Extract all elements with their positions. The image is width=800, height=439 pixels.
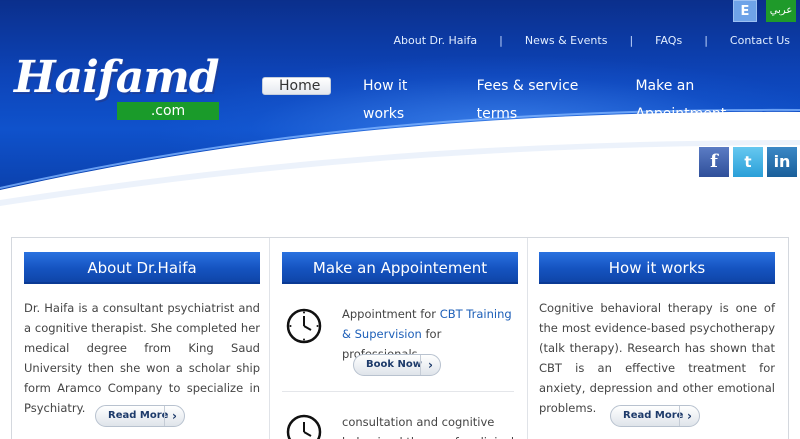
button-label: Book Now xyxy=(366,359,422,370)
chevron-right-icon: › xyxy=(679,406,699,426)
connect-label: Connect with us: xyxy=(593,156,707,170)
chevron-right-icon: › xyxy=(420,355,440,375)
appointment-cbt-prefix: Appointment for xyxy=(342,307,437,321)
top-link-faqs[interactable]: FAQs xyxy=(655,34,682,47)
twitter-icon[interactable]: t xyxy=(733,147,763,177)
nav-fees[interactable]: Fees & service terms xyxy=(477,72,594,122)
button-label: Read More xyxy=(108,410,169,421)
logo-name: Haifamd xyxy=(14,52,220,103)
separator: | xyxy=(629,34,634,47)
logo-domain: .com xyxy=(117,102,219,120)
top-link-contact[interactable]: Contact Us xyxy=(730,34,790,47)
divider xyxy=(282,391,514,392)
about-text: Dr. Haifa is a consultant psychiatrist a… xyxy=(24,301,260,415)
how-title: How it works xyxy=(539,252,775,284)
language-arabic-button[interactable]: عربي xyxy=(766,0,796,22)
about-title: About Dr.Haifa xyxy=(24,252,260,284)
language-english-button[interactable]: E xyxy=(733,0,757,22)
appointment-consultation-text: consultation and cognitive behavioral th… xyxy=(342,415,514,439)
how-read-more-button[interactable]: Read More › xyxy=(610,405,700,427)
header: E عربي About Dr. Haifa | News & Events |… xyxy=(0,0,800,215)
top-link-news[interactable]: News & Events xyxy=(525,34,608,47)
appointment-title: Make an Appointement xyxy=(282,252,518,284)
book-now-button[interactable]: Book Now › xyxy=(353,354,441,376)
top-links: About Dr. Haifa | News & Events | FAQs |… xyxy=(393,34,790,47)
clock-icon xyxy=(286,414,322,439)
clock-icon xyxy=(286,308,322,344)
button-label: Read More xyxy=(623,410,684,421)
appointment-item-cbt: Appointment for CBT Training & Supervisi… xyxy=(282,302,518,362)
nav-appointment[interactable]: Make an Appointment xyxy=(635,72,758,122)
linkedin-icon[interactable]: in xyxy=(767,147,797,177)
appointment-item-consultation: consultation and cognitive behavioral th… xyxy=(282,408,518,439)
column-divider xyxy=(269,238,270,439)
separator: | xyxy=(499,34,503,47)
facebook-icon[interactable]: f xyxy=(699,147,729,177)
column-divider xyxy=(527,238,528,439)
main-nav: Home How it works Fees & service terms M… xyxy=(262,72,800,122)
content-panel: About Dr.Haifa Dr. Haifa is a consultant… xyxy=(11,237,789,439)
site-logo[interactable]: Haifamd .com xyxy=(14,52,220,128)
nav-home[interactable]: Home xyxy=(262,77,331,95)
top-link-about[interactable]: About Dr. Haifa xyxy=(393,34,477,47)
nav-how-it-works[interactable]: How it works xyxy=(363,72,435,122)
how-text: Cognitive behavioral therapy is one of t… xyxy=(539,301,775,415)
about-read-more-button[interactable]: Read More › xyxy=(95,405,185,427)
separator: | xyxy=(704,34,708,47)
chevron-right-icon: › xyxy=(164,406,184,426)
